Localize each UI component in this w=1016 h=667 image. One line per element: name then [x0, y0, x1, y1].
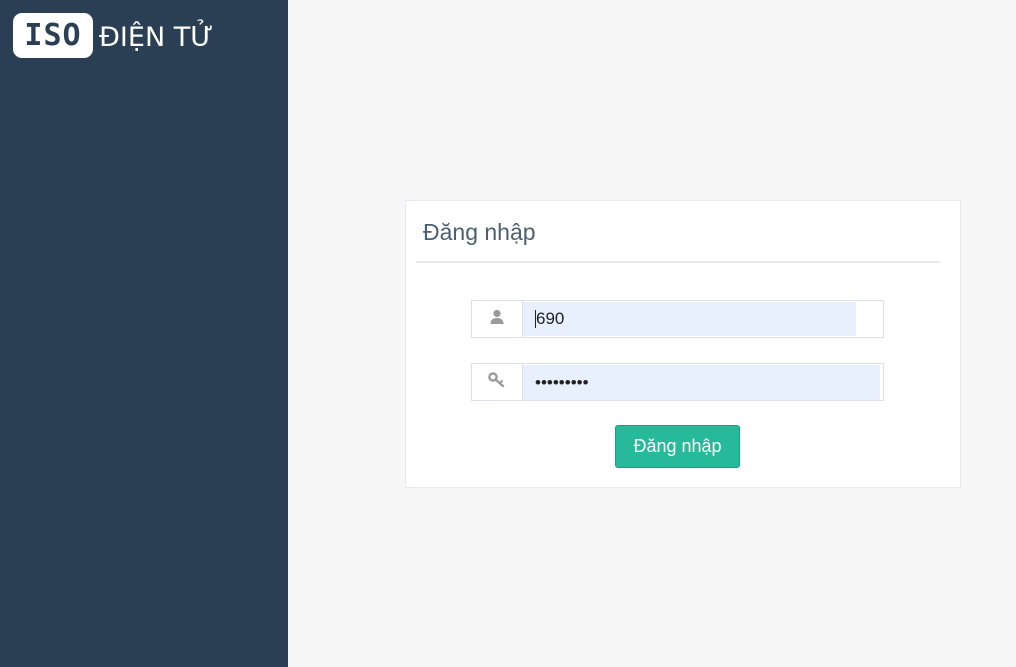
login-panel: Đăng nhập 690 ••••••••• Đăng nhập [405, 200, 961, 488]
panel-divider [416, 261, 940, 263]
password-addon [472, 364, 523, 400]
username-input[interactable]: 690 [523, 302, 856, 336]
key-icon [488, 371, 506, 393]
brand-name: ĐIỆN TỬ [99, 22, 214, 53]
brand-logo: ISO [13, 13, 93, 58]
username-value: 690 [536, 309, 565, 328]
login-button[interactable]: Đăng nhập [615, 425, 740, 468]
username-group: 690 [471, 300, 884, 338]
login-title: Đăng nhập [423, 219, 536, 245]
password-input[interactable]: ••••••••• [523, 365, 880, 400]
sidebar: ISO ĐIỆN TỬ [0, 0, 288, 667]
password-group: ••••••••• [471, 363, 884, 401]
brand[interactable]: ISO ĐIỆN TỬ [13, 13, 213, 58]
brand-logo-text: ISO [24, 18, 82, 53]
main-content: Đăng nhập 690 ••••••••• Đăng nhập [288, 0, 1016, 667]
user-icon [489, 309, 505, 330]
password-value: ••••••••• [535, 372, 589, 392]
username-addon [472, 301, 523, 337]
text-caret [535, 310, 536, 328]
